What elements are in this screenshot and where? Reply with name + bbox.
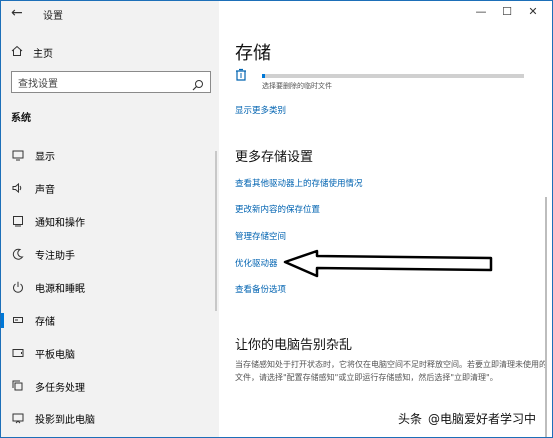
app-title: 设置 <box>43 11 63 22</box>
sidebar-item-notifications[interactable]: 通知和操作 <box>1 210 219 232</box>
sidebar-item-project[interactable]: 投影到此电脑 <box>1 407 219 429</box>
sidebar-item-multitasking[interactable]: 多任务处理 <box>1 375 219 397</box>
minimize-button[interactable]: — <box>468 5 494 18</box>
sidebar-item-storage[interactable]: 存储 <box>1 309 219 331</box>
speaker-icon <box>11 181 25 195</box>
home-nav-item[interactable]: 主页 <box>11 44 53 60</box>
sidebar-item-power-sleep[interactable]: 电源和睡眠 <box>1 276 219 298</box>
sidebar-item-label: 显示 <box>35 151 55 163</box>
usage-fill <box>262 74 265 78</box>
view-other-drives-link[interactable]: 查看其他驱动器上的存储使用情况 <box>235 177 363 189</box>
section-label-system: 系统 <box>11 113 31 124</box>
project-icon <box>11 411 25 425</box>
sidebar-item-focus-assist[interactable]: 专注助手 <box>1 243 219 265</box>
window-controls: — ☐ ✕ <box>468 5 546 18</box>
page-title: 存储 <box>235 43 271 64</box>
sidebar-item-label: 多任务处理 <box>35 382 85 394</box>
manage-storage-spaces-link[interactable]: 管理存储空间 <box>235 230 286 242</box>
search-box[interactable] <box>11 71 211 93</box>
show-more-categories-link[interactable]: 显示更多类别 <box>235 104 286 116</box>
watermark-text: @电脑爱好者学习中 <box>428 412 537 426</box>
home-icon <box>11 45 33 60</box>
main-content: — ☐ ✕ 存储 选择要删除的临时文件 显示更多类别 更多存储设置 查看其他驱动… <box>219 1 552 437</box>
sidebar-item-label: 通知和操作 <box>35 217 85 229</box>
change-save-location-link[interactable]: 更改新内容的保存位置 <box>235 203 320 215</box>
title-bar: ← 设置 <box>1 1 219 27</box>
close-button[interactable]: ✕ <box>520 5 546 18</box>
sidebar-item-label: 平板电脑 <box>35 349 75 361</box>
declutter-heading: 让你的电脑告别杂乱 <box>235 338 353 353</box>
sidebar-item-sound[interactable]: 声音 <box>1 177 219 199</box>
notification-icon <box>11 214 25 228</box>
sidebar-item-tablet[interactable]: 平板电脑 <box>1 342 219 364</box>
power-icon <box>11 280 25 294</box>
home-label: 主页 <box>33 48 53 60</box>
sidebar-item-label: 投影到此电脑 <box>35 414 95 426</box>
watermark: 头条 @电脑爱好者学习中 <box>394 408 541 429</box>
moon-icon <box>11 247 25 261</box>
monitor-icon <box>11 148 25 162</box>
sidebar-item-display[interactable]: 显示 <box>1 144 219 166</box>
declutter-description: 当存储感知处于打开状态时，它将仅在电脑空间不足时释放空间。若要立即清理未使用的文… <box>235 360 547 382</box>
more-storage-settings-heading: 更多存储设置 <box>235 150 314 165</box>
main-scrollbar[interactable] <box>545 197 547 437</box>
back-button[interactable]: ← <box>11 5 23 21</box>
temp-files-usage-bar <box>262 74 524 78</box>
sidebar-item-label: 电源和睡眠 <box>35 283 85 295</box>
sidebar-item-label: 存储 <box>35 316 55 328</box>
search-icon[interactable] <box>192 76 204 95</box>
tablet-icon <box>11 346 25 360</box>
sidebar-scrollbar[interactable] <box>215 151 217 311</box>
multitask-icon <box>11 379 25 393</box>
temp-files-description: 选择要删除的临时文件 <box>262 82 332 90</box>
sidebar-item-label: 专注助手 <box>35 250 75 262</box>
watermark-brand: 头条 <box>398 412 423 426</box>
view-backup-options-link[interactable]: 查看备份选项 <box>235 283 286 295</box>
annotation-arrow <box>283 249 493 278</box>
sidebar-item-label: 声音 <box>35 184 55 196</box>
active-indicator <box>1 313 4 328</box>
sidebar: ← 设置 主页 系统 显示 声音 通知和操作 <box>1 1 219 437</box>
optimize-drives-link[interactable]: 优化驱动器 <box>235 257 278 269</box>
maximize-button[interactable]: ☐ <box>494 5 520 18</box>
settings-window: ← 设置 主页 系统 显示 声音 通知和操作 <box>0 0 553 438</box>
storage-icon <box>11 313 25 327</box>
trash-icon <box>235 67 247 86</box>
search-input[interactable] <box>12 72 182 93</box>
